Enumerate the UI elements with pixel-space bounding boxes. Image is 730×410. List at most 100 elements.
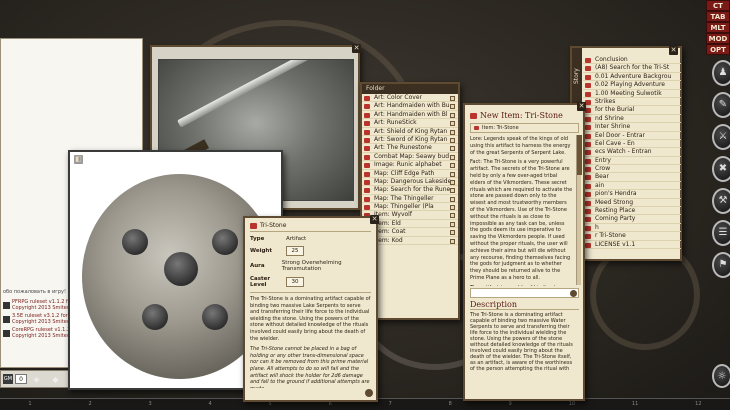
folder-list-item[interactable]: Art: RuneStick xyxy=(362,119,458,128)
maps-icon[interactable]: ⚑ xyxy=(712,252,730,278)
link-icon[interactable] xyxy=(364,196,370,202)
library-icon[interactable]: ☰ xyxy=(712,220,730,246)
link-icon[interactable] xyxy=(364,104,370,110)
options-icon[interactable]: ☼ xyxy=(712,364,730,388)
link-icon[interactable] xyxy=(585,74,591,80)
folder-list-item[interactable]: Art: Shield of King Rytan xyxy=(362,128,458,136)
share-checkbox[interactable] xyxy=(450,104,455,110)
link-icon[interactable] xyxy=(585,133,591,139)
story-list-item[interactable]: h xyxy=(583,224,681,233)
share-checkbox[interactable] xyxy=(450,163,455,169)
field-value[interactable]: 25 xyxy=(286,246,304,256)
share-checkbox[interactable] xyxy=(450,129,455,135)
notes-icon[interactable]: ✎ xyxy=(712,92,730,118)
link-icon[interactable] xyxy=(585,200,591,206)
tab-opt[interactable]: OPT xyxy=(706,44,730,55)
link-icon[interactable] xyxy=(585,83,591,89)
entry-input[interactable] xyxy=(470,288,579,298)
link-icon[interactable] xyxy=(585,125,591,131)
story-list-item[interactable]: Eel Cave - En xyxy=(583,140,681,149)
folder-list-item[interactable]: Art: Handmaiden with Bl xyxy=(362,111,458,120)
folder-list-item[interactable]: Map: Thingeller (Pla xyxy=(362,203,458,212)
folder-list-item[interactable]: Map: Dangerous Lakeside xyxy=(362,178,458,187)
close-button[interactable]: ✕ xyxy=(370,215,379,224)
field-value[interactable]: 30 xyxy=(286,277,304,287)
story-list-item[interactable]: Entry xyxy=(583,157,681,166)
story-list-item[interactable]: r Tri-Stone xyxy=(583,232,681,241)
link-icon[interactable] xyxy=(364,171,370,177)
story-list-item[interactable]: ain xyxy=(583,182,681,191)
link-icon[interactable] xyxy=(250,222,257,229)
share-checkbox[interactable] xyxy=(450,188,455,194)
link-icon[interactable] xyxy=(585,116,591,122)
link-icon[interactable] xyxy=(364,112,370,118)
lock-icon[interactable] xyxy=(365,389,373,397)
share-checkbox[interactable] xyxy=(450,137,455,143)
story-list-item[interactable]: LICENSE v1.1 xyxy=(583,241,681,249)
item-sheet-window[interactable]: ✕ Tri-Stone Type Artifact Weight 25 Aura Stro… xyxy=(243,215,379,402)
link-icon[interactable] xyxy=(585,225,591,231)
tab-mlt[interactable]: MLT xyxy=(706,22,730,33)
story-list-item[interactable]: pion's Hendra xyxy=(583,190,681,199)
link-icon[interactable] xyxy=(364,163,370,169)
chat-mode-label[interactable]: GM xyxy=(3,374,13,384)
share-checkbox[interactable] xyxy=(450,179,455,185)
close-button[interactable]: ✕ xyxy=(577,102,586,111)
folder-list-item[interactable]: Image: Runic alphabet xyxy=(362,161,458,170)
story-list-item[interactable]: Bear xyxy=(583,173,681,182)
link-icon[interactable] xyxy=(364,154,370,160)
close-button[interactable]: ✕ xyxy=(352,44,361,53)
share-checkbox[interactable] xyxy=(450,205,455,211)
share-checkbox[interactable] xyxy=(450,171,455,177)
story-list-item[interactable]: 0.01 Adventure Backgrou xyxy=(583,73,681,82)
link-icon[interactable] xyxy=(585,192,591,198)
tab-mod[interactable]: MOD xyxy=(706,33,730,44)
story-list-item[interactable]: 0.02 Playing Adventure xyxy=(583,81,681,90)
story-list-item[interactable]: Coming Party xyxy=(583,215,681,224)
link-icon[interactable] xyxy=(585,167,591,173)
story-entry-window[interactable]: ✕ New Item: Tri-Stone Item: Tri-Stone Lo… xyxy=(463,102,586,401)
items-icon[interactable]: ⚒ xyxy=(712,188,730,214)
story-list-item[interactable]: Resting Place xyxy=(583,207,681,216)
story-list-item[interactable]: Conclusion xyxy=(583,56,681,65)
story-list-item[interactable]: 1.00 Meeting Sulwotik xyxy=(583,90,681,98)
story-list-item[interactable]: (A8) Search for the Tri-St xyxy=(583,64,681,73)
image-tool-icon[interactable]: ◧ xyxy=(74,155,83,164)
link-icon[interactable] xyxy=(585,217,591,223)
share-checkbox[interactable] xyxy=(450,238,455,244)
combat-icon[interactable]: ⚔ xyxy=(712,124,730,150)
folder-list-item[interactable]: Map: Cliff Edge Path xyxy=(362,170,458,178)
folder-list-item[interactable]: Art: Color Cover xyxy=(362,94,458,103)
share-checkbox[interactable] xyxy=(450,96,455,101)
link-icon[interactable] xyxy=(364,179,370,185)
modifier-box[interactable]: 0 xyxy=(15,374,27,384)
link-icon[interactable] xyxy=(364,96,370,101)
story-list-item[interactable]: for the Burial xyxy=(583,106,681,115)
link-icon[interactable] xyxy=(364,121,370,127)
story-list-item[interactable]: Crow xyxy=(583,165,681,174)
link-icon[interactable] xyxy=(474,126,479,130)
link-icon[interactable] xyxy=(364,188,370,194)
folder-list-item[interactable]: Combat Map: Seawy bud xyxy=(362,153,458,162)
link-icon[interactable] xyxy=(470,112,477,119)
folder-list-item[interactable]: Map: The Thingeller xyxy=(362,195,458,204)
link-icon[interactable] xyxy=(585,183,591,189)
story-list-item[interactable]: Meed Strong xyxy=(583,199,681,208)
link-icon[interactable] xyxy=(364,129,370,135)
link-icon[interactable] xyxy=(364,205,370,211)
link-icon[interactable] xyxy=(585,242,591,248)
characters-icon[interactable]: ♟ xyxy=(712,60,730,86)
link-icon[interactable] xyxy=(585,158,591,164)
share-checkbox[interactable] xyxy=(450,221,455,227)
link-icon[interactable] xyxy=(585,209,591,215)
link-icon[interactable] xyxy=(585,234,591,240)
story-list-item[interactable]: Inter Shrine xyxy=(583,123,681,132)
share-checkbox[interactable] xyxy=(450,154,455,160)
story-panel[interactable]: Story Conclusion (A8) Search for the Tri-… xyxy=(570,46,682,261)
dice-d4-icon[interactable]: ◈ xyxy=(28,372,45,387)
link-icon[interactable] xyxy=(585,150,591,156)
link-icon[interactable] xyxy=(585,175,591,181)
share-checkbox[interactable] xyxy=(450,112,455,118)
tab-ct[interactable]: CT xyxy=(706,0,730,11)
folder-list-item[interactable]: Art: Sword of King Rytan xyxy=(362,136,458,145)
